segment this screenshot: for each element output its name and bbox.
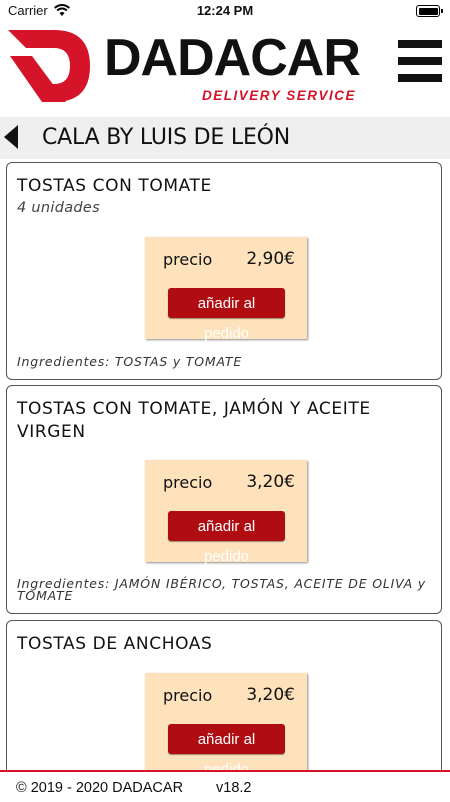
back-arrow-icon[interactable] [0,122,26,152]
price-value: 3,20€ [246,472,295,492]
price-box: precio 2,90€ añadir al pedido [145,237,307,342]
price-value: 2,90€ [246,249,295,269]
product-name: TOSTAS DE ANCHOAS [17,634,213,654]
product-ingredients: Ingredientes: TOSTAS y TOMATE [17,354,243,369]
price-label: precio [163,473,213,492]
dadacar-logo-icon [8,30,90,102]
price-label: precio [163,686,213,705]
brand-name: DADACAR [104,29,361,87]
product-card: TOSTAS CON TOMATE, JAMÓN Y ACEITE VIRGEN… [6,385,442,614]
add-to-order-button[interactable]: añadir al pedido [168,724,285,778]
add-to-order-button[interactable]: añadir al pedido [168,288,285,342]
footer: © 2019 - 2020 DADACAR v18.2 [0,770,450,802]
copyright-text: © 2019 - 2020 DADACAR [16,780,184,796]
price-box: precio 3,20€ añadir al pedido [145,460,307,565]
brand-tagline: DELIVERY SERVICE [202,88,357,103]
clock: 12:24 PM [196,3,254,18]
product-ingredients: Ingredientes: JAMÓN IBÉRICO, TOSTAS, ACE… [17,576,426,603]
battery-icon [416,5,443,17]
product-card: TOSTAS CON TOMATE 4 unidades precio 2,90… [6,162,442,380]
price-value: 3,20€ [246,685,295,705]
status-bar: Carrier 12:24 PM [0,0,450,22]
app-version: v18.2 [216,780,252,796]
add-to-order-button[interactable]: añadir al pedido [168,511,285,565]
title-bar: CALA BY LUIS DE LEÓN [0,117,450,159]
price-box: precio 3,20€ añadir al pedido [145,673,307,778]
product-name: TOSTAS CON TOMATE, JAMÓN Y ACEITE VIRGEN [17,399,371,442]
app-header: DADACAR DELIVERY SERVICE [0,22,450,139]
page-title: CALA BY LUIS DE LEÓN [42,125,291,150]
product-units: 4 unidades [17,200,101,216]
hamburger-menu-icon[interactable] [398,40,442,82]
product-card: TOSTAS DE ANCHOAS precio 3,20€ añadir al… [6,620,442,780]
product-name: TOSTAS CON TOMATE [17,176,212,196]
price-label: precio [163,250,213,269]
